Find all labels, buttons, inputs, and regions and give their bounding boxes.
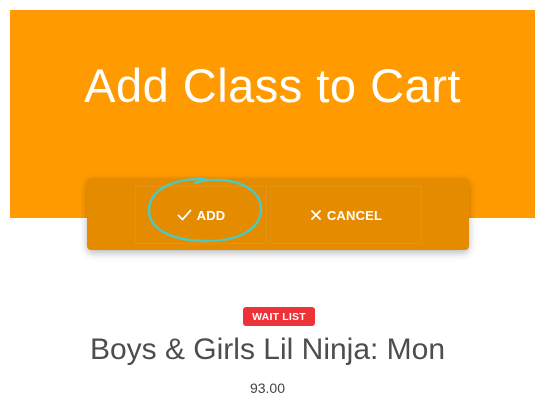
- add-button-label: ADD: [196, 207, 226, 223]
- class-name: Boys & Girls Lil Ninja: Mon: [89, 333, 446, 366]
- page: Add Class to Cart ADD CANCEL WAIT LIST B…: [0, 0, 535, 403]
- cancel-button-label: CANCEL: [326, 207, 383, 223]
- action-bar: ADD CANCEL: [87, 178, 469, 250]
- x-icon: [310, 209, 322, 221]
- status-badge: WAIT LIST: [243, 307, 315, 326]
- class-price: 93.00: [249, 380, 286, 396]
- cancel-button[interactable]: CANCEL: [270, 186, 422, 244]
- add-button[interactable]: ADD: [135, 186, 267, 244]
- page-title: Add Class to Cart: [84, 59, 461, 112]
- checkmark-icon: [177, 209, 192, 221]
